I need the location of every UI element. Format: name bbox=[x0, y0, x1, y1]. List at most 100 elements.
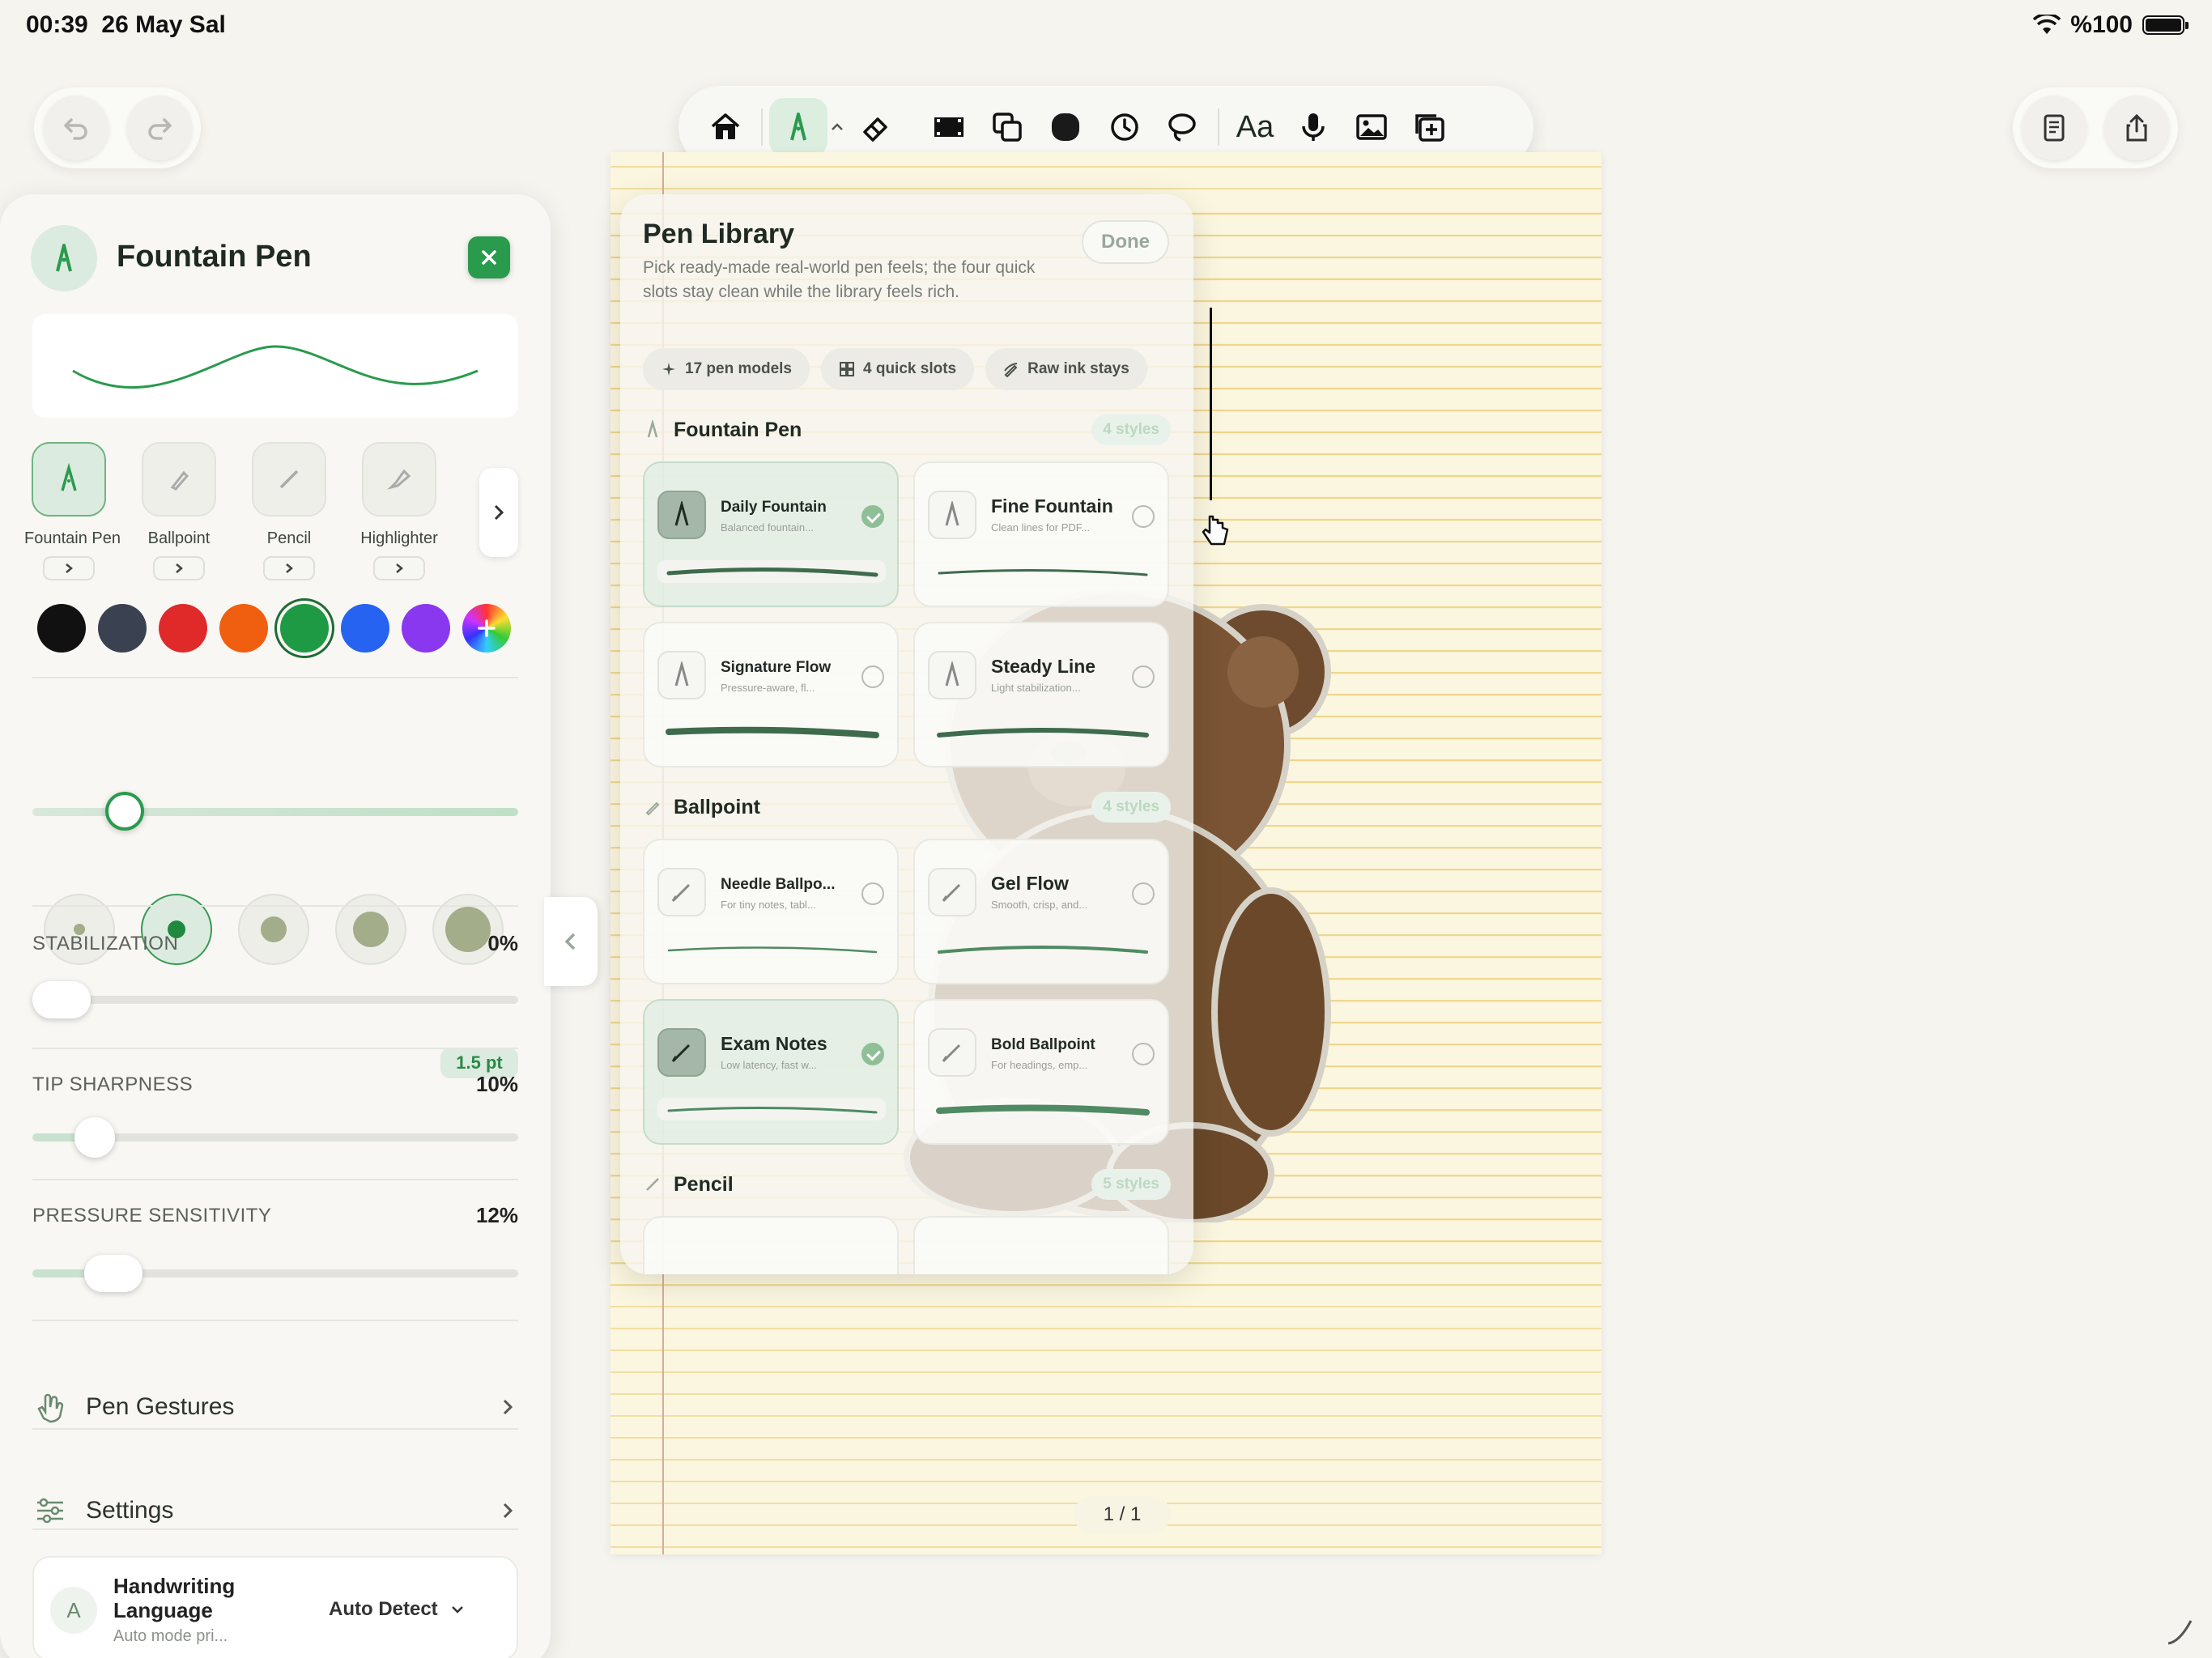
microphone-button[interactable] bbox=[1284, 98, 1342, 156]
undo-button[interactable] bbox=[43, 96, 108, 160]
pen-card-sub: Clean lines for PDF... bbox=[991, 521, 1091, 534]
pressure-sensitivity-slider-thumb[interactable] bbox=[84, 1255, 143, 1292]
pen-card-needle-ballpoint[interactable]: Needle Ballpo... For tiny notes, tabl... bbox=[643, 839, 899, 984]
pen-type-options-button[interactable] bbox=[153, 556, 205, 580]
fountain-pen-icon bbox=[945, 661, 959, 687]
history-icon bbox=[1111, 113, 1138, 141]
pen-card-icon bbox=[657, 651, 706, 699]
ink-stroke bbox=[1210, 308, 1212, 500]
pen-library-description: Pick ready-made real-world pen feels; th… bbox=[643, 258, 1036, 301]
chip-pen-models[interactable]: 17 pen models bbox=[643, 348, 810, 390]
tip-sharpness-slider-thumb[interactable] bbox=[74, 1117, 115, 1158]
pressure-sensitivity-label: PRESSURE SENSITIVITY bbox=[32, 1205, 272, 1226]
fountain-pen-icon bbox=[56, 244, 72, 272]
ballpoint-icon bbox=[942, 883, 961, 903]
hand-gesture-icon bbox=[37, 1393, 64, 1423]
color-swatch[interactable] bbox=[219, 604, 268, 653]
pen-settings-panel: Fountain Pen Fountain Pen Ballpoint Penc… bbox=[0, 194, 551, 1658]
divider bbox=[32, 1428, 518, 1430]
pen-type-options-button[interactable] bbox=[263, 556, 315, 580]
pen-card-steady-line[interactable]: Steady Line Light stabilization... bbox=[913, 622, 1169, 767]
pen-card-signature-flow[interactable]: Signature Flow Pressure-aware, fl... bbox=[643, 622, 899, 767]
resize-handle-icon[interactable] bbox=[2163, 1616, 2196, 1648]
tip-sharpness-label: TIP SHARPNESS bbox=[32, 1073, 194, 1095]
history-button[interactable] bbox=[1095, 98, 1153, 156]
stabilization-slider-thumb[interactable] bbox=[32, 981, 91, 1018]
ink-color-button[interactable] bbox=[1036, 98, 1095, 156]
pen-type-options-button[interactable] bbox=[373, 556, 425, 580]
pen-card-pencil-1[interactable] bbox=[643, 1216, 899, 1274]
pen-card-daily-fountain[interactable]: Daily Fountain Balanced fountain... bbox=[643, 461, 899, 607]
close-icon bbox=[482, 250, 496, 265]
pen-type-fountain[interactable]: Fountain Pen bbox=[24, 442, 121, 580]
pen-card-sub: Low latency, fast w... bbox=[721, 1059, 817, 1071]
pen-type-ballpoint[interactable]: Ballpoint bbox=[134, 442, 223, 580]
pen-card-bold-ballpoint[interactable]: Bold Ballpoint For headings, emp... bbox=[913, 999, 1169, 1145]
pen-type-highlighter[interactable]: Highlighter bbox=[355, 442, 444, 580]
add-color-button[interactable] bbox=[462, 604, 511, 653]
stroke-preview bbox=[938, 568, 1148, 576]
divider bbox=[32, 1179, 518, 1180]
selected-check-icon bbox=[861, 505, 884, 528]
pen-card-fine-fountain[interactable]: Fine Fountain Clean lines for PDF... bbox=[913, 461, 1169, 607]
done-button[interactable]: Done bbox=[1082, 220, 1169, 264]
color-swatch[interactable] bbox=[98, 604, 147, 653]
eraser-button[interactable] bbox=[847, 98, 905, 156]
settings-row[interactable]: Settings bbox=[32, 1478, 518, 1543]
more-pens-button[interactable] bbox=[479, 468, 518, 557]
color-swatch[interactable] bbox=[402, 604, 450, 653]
image-button[interactable] bbox=[1342, 98, 1401, 156]
chip-raw-ink[interactable]: Raw ink stays bbox=[985, 348, 1147, 390]
pen-card-pencil-2[interactable] bbox=[913, 1216, 1169, 1274]
pen-card-name: Daily Fountain bbox=[721, 499, 827, 516]
pen-type-options-button[interactable] bbox=[43, 556, 95, 580]
pen-type-pencil[interactable]: Pencil bbox=[245, 442, 334, 580]
color-swatch[interactable] bbox=[159, 604, 207, 653]
pen-gestures-row[interactable]: Pen Gestures bbox=[32, 1375, 518, 1439]
page-settings-button[interactable] bbox=[2022, 96, 2087, 160]
language-dropdown[interactable]: Auto Detect bbox=[329, 1598, 466, 1621]
ink-blob-icon bbox=[1052, 113, 1079, 141]
stabilization-value: 0% bbox=[487, 931, 518, 955]
section-fountain-pen: Fountain Pen 4 styles bbox=[643, 414, 1171, 445]
tip-sharpness-value: 10% bbox=[475, 1072, 518, 1096]
size-slider-thumb[interactable] bbox=[105, 792, 144, 831]
panel-title: Fountain Pen bbox=[117, 240, 312, 274]
chevron-up-icon[interactable] bbox=[827, 117, 847, 137]
color-swatch[interactable] bbox=[37, 604, 86, 653]
page-counter[interactable]: 1 / 1 bbox=[1074, 1496, 1171, 1533]
stabilization-slider[interactable] bbox=[32, 996, 518, 1004]
lasso-button[interactable] bbox=[1153, 98, 1211, 156]
shapes-button[interactable] bbox=[978, 98, 1036, 156]
pen-card-sub: Smooth, crisp, and... bbox=[991, 899, 1088, 911]
stroke-preview bbox=[938, 946, 1148, 954]
section-badge: 4 styles bbox=[1091, 792, 1171, 823]
ballpoint-icon bbox=[170, 470, 189, 491]
text-button[interactable]: Aa bbox=[1226, 98, 1284, 156]
pen-card-gel-flow[interactable]: Gel Flow Smooth, crisp, and... bbox=[913, 839, 1169, 984]
ballpoint-icon bbox=[671, 1044, 691, 1063]
close-button[interactable] bbox=[468, 236, 510, 278]
chevron-down-icon bbox=[451, 1606, 463, 1613]
collapse-panel-button[interactable] bbox=[544, 897, 598, 986]
text-icon: Aa bbox=[1236, 109, 1274, 144]
pen-card-exam-notes[interactable]: Exam Notes Low latency, fast w... bbox=[643, 999, 899, 1145]
lasso-icon bbox=[1168, 113, 1196, 142]
redo-button[interactable] bbox=[126, 96, 192, 160]
chip-quick-slots[interactable]: 4 quick slots bbox=[821, 348, 975, 390]
battery-percent: %100 bbox=[2070, 11, 2133, 38]
color-swatch-selected[interactable] bbox=[280, 604, 329, 653]
pen-card-icon bbox=[657, 1028, 706, 1077]
ballpoint-icon bbox=[645, 801, 660, 816]
film-strip-button[interactable] bbox=[920, 98, 978, 156]
handwriting-language-card[interactable]: A Handwriting Language Auto mode pri... … bbox=[32, 1556, 518, 1658]
pen-card-name: Fine Fountain bbox=[991, 495, 1113, 517]
pen-card-name: Needle Ballpo... bbox=[721, 876, 836, 893]
pen-card-icon bbox=[657, 868, 706, 916]
pen-tool-button[interactable] bbox=[769, 98, 827, 156]
share-button[interactable] bbox=[2104, 96, 2169, 160]
home-button[interactable] bbox=[696, 98, 755, 156]
add-page-button[interactable] bbox=[1401, 98, 1459, 156]
chevron-left-icon bbox=[564, 933, 576, 950]
color-swatch[interactable] bbox=[341, 604, 389, 653]
